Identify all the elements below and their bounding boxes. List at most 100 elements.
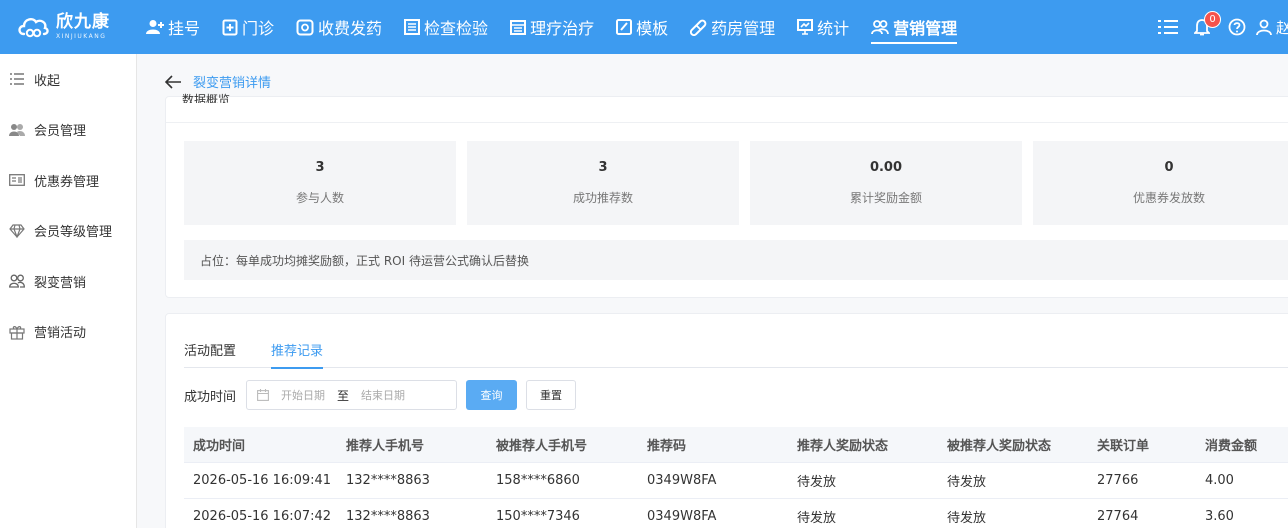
calendar-icon	[257, 389, 269, 401]
coupon-icon	[8, 174, 26, 187]
main-nav: 挂号 门诊 收费发药 检查检验 理疗治疗 模板 药房管理 统计 营销管理	[135, 0, 968, 54]
help-icon[interactable]	[1228, 18, 1246, 36]
records-card: 活动配置 推荐记录 成功时间 开始日期 至 结束日期 查询 重置 成功时间 推荐…	[165, 313, 1288, 528]
sidebar-item-campaigns[interactable]: 营销活动	[0, 307, 136, 358]
table-cell: 27766	[1097, 473, 1139, 488]
table-cell: 132****8863	[346, 473, 430, 488]
notification-bell[interactable]: 0	[1194, 11, 1221, 36]
query-button[interactable]: 查询	[466, 380, 518, 410]
sidebar-item-member-levels[interactable]: 会员等级管理	[0, 206, 136, 257]
sidebar-item-label: 裂变营销	[34, 275, 87, 291]
date-separator: 至	[337, 388, 350, 403]
brand-name-en: XINJIUKANG	[56, 33, 107, 40]
edit-icon	[616, 19, 633, 35]
users-icon	[871, 19, 890, 35]
stat-reward-amount: 0.00 累计奖励金额	[750, 141, 1022, 225]
brand-name: 欣九康	[56, 12, 110, 32]
table-cell: 2026-05-16 16:07:42	[193, 509, 332, 524]
nav-item-label: 门诊	[242, 19, 275, 38]
sidebar-collapse-button[interactable]: 收起	[0, 54, 136, 105]
clipboard-plus-icon	[222, 19, 238, 36]
nav-item-label: 挂号	[168, 19, 201, 38]
page-title[interactable]: 裂变营销详情	[193, 72, 271, 91]
overview-card: 数据概览 3 参与人数 3 成功推荐数 0.00 累计奖励金额 0 优惠券发放数…	[165, 93, 1288, 298]
stat-value: 0.00	[869, 160, 903, 175]
column-header: 被推荐人手机号	[496, 439, 588, 454]
column-header: 被推荐人奖励状态	[947, 439, 1052, 454]
referral-records-table: 成功时间 推荐人手机号 被推荐人手机号 推荐码 推荐人奖励状态 被推荐人奖励状态…	[184, 427, 1288, 528]
top-navbar: 欣九康 XINJIUKANG 挂号 门诊 收费发药 检查检验 理疗治疗 模板 药…	[0, 0, 1288, 54]
stat-label: 参与人数	[295, 191, 344, 205]
stat-value: 3	[315, 160, 325, 175]
column-header: 推荐人手机号	[346, 439, 425, 454]
sidebar-item-label: 优惠券管理	[34, 174, 100, 190]
table-row[interactable]: 2026-05-16 16:09:41 132****8863 158****6…	[184, 463, 1288, 499]
cloud-logo-icon	[16, 14, 50, 40]
user-plus-icon	[146, 19, 164, 35]
filter-label: 成功时间	[184, 389, 237, 405]
stat-participants: 3 参与人数	[184, 141, 456, 225]
nav-item-therapy[interactable]: 理疗治疗	[499, 0, 605, 54]
table-cell: 132****8863	[346, 509, 430, 524]
nav-item-template[interactable]: 模板	[605, 0, 679, 54]
sidebar-item-label: 会员管理	[34, 124, 87, 140]
notification-badge: 0	[1204, 11, 1221, 28]
sidebar-item-coupons[interactable]: 优惠券管理	[0, 155, 136, 206]
nav-item-label: 收费发药	[318, 19, 383, 38]
section-title: 数据概览	[182, 93, 231, 103]
sidebar: 收起 会员管理 优惠券管理 会员等级管理 裂变营销 营销活动	[0, 54, 137, 528]
back-arrow-icon[interactable]	[165, 74, 181, 89]
nav-item-statistics[interactable]: 统计	[786, 0, 860, 54]
stat-coupons-issued: 0 优惠券发放数	[1033, 141, 1288, 225]
chart-icon	[797, 19, 814, 35]
table-cell: 3.60	[1205, 509, 1234, 524]
sidebar-item-label: 会员等级管理	[34, 225, 113, 241]
sidebar-item-label: 营销活动	[34, 326, 87, 342]
sidebar-item-members[interactable]: 会员管理	[0, 105, 136, 156]
column-header: 消费金额	[1205, 439, 1258, 454]
fission-icon	[8, 274, 26, 288]
nav-item-pharmacy[interactable]: 药房管理	[679, 0, 786, 54]
tab-activity-config[interactable]: 活动配置	[184, 340, 236, 368]
column-header: 推荐码	[647, 439, 687, 454]
table-cell: 待发放	[947, 475, 987, 490]
stat-label: 成功推荐数	[572, 191, 633, 205]
brand-logo[interactable]: 欣九康 XINJIUKANG	[0, 14, 135, 40]
main-content: 裂变营销详情 数据概览 3 参与人数 3 成功推荐数 0.00 累计奖励金额 0…	[137, 54, 1288, 528]
nav-item-marketing[interactable]: 营销管理	[860, 0, 968, 54]
members-icon	[8, 123, 26, 137]
nav-item-outpatient[interactable]: 门诊	[211, 0, 285, 54]
column-header: 关联订单	[1097, 439, 1150, 454]
divider	[166, 122, 1288, 123]
nav-item-examination[interactable]: 检查检验	[393, 0, 499, 54]
stat-successful-referrals: 3 成功推荐数	[467, 141, 739, 225]
table-row[interactable]: 2026-05-16 16:07:42 132****8863 150****7…	[184, 499, 1288, 528]
reset-button[interactable]: 重置	[526, 380, 577, 410]
money-icon	[296, 19, 314, 36]
table-cell: 0349W8FA	[647, 509, 717, 524]
nav-item-label: 模板	[636, 19, 669, 38]
stat-label: 累计奖励金额	[849, 191, 922, 205]
user-menu[interactable]: 赵	[1256, 17, 1288, 38]
table-cell: 待发放	[797, 511, 837, 526]
sidebar-item-fission-marketing[interactable]: 裂变营销	[0, 256, 136, 307]
menu-list-icon[interactable]	[1158, 19, 1178, 35]
end-date-input[interactable]: 结束日期	[361, 387, 405, 403]
gift-icon	[8, 324, 26, 340]
stats-row: 3 参与人数 3 成功推荐数 0.00 累计奖励金额 0 优惠券发放数	[184, 141, 1288, 225]
tab-bar: 活动配置 推荐记录	[184, 340, 1288, 369]
table-cell: 待发放	[797, 475, 837, 490]
start-date-input[interactable]: 开始日期	[281, 387, 325, 403]
roi-note: 占位：每单成功均摊奖励额，正式 ROI 待运营公式确认后替换	[184, 240, 1288, 280]
table-cell: 158****6860	[496, 473, 580, 488]
column-header: 成功时间	[193, 439, 246, 454]
column-header: 推荐人奖励状态	[797, 439, 889, 454]
nav-item-registration[interactable]: 挂号	[135, 0, 211, 54]
tab-referral-records[interactable]: 推荐记录	[271, 340, 324, 369]
filter-bar: 成功时间 开始日期 至 结束日期 查询 重置	[184, 380, 577, 410]
date-range-picker[interactable]: 开始日期 至 结束日期	[246, 380, 458, 410]
nav-item-label: 营销管理	[893, 19, 958, 38]
nav-item-label: 理疗治疗	[530, 19, 595, 38]
nav-item-billing[interactable]: 收费发药	[285, 0, 393, 54]
table-cell: 150****7346	[496, 509, 580, 524]
